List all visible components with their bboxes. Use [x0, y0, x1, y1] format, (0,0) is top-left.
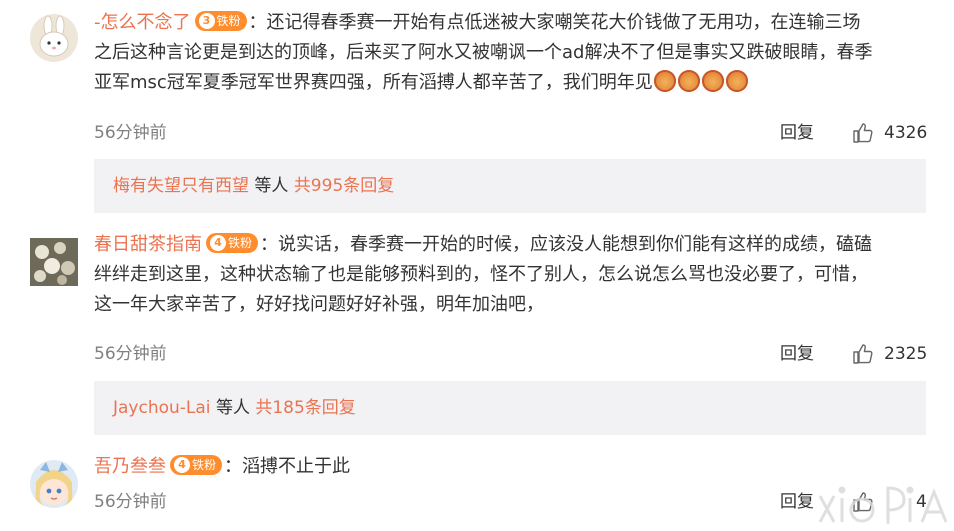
- emoji-icon: [677, 70, 700, 92]
- badge-label: 铁粉: [216, 14, 241, 28]
- sub-replies-box[interactable]: Jaychou-Lai 等人 共185条回复: [94, 381, 926, 435]
- emoji-icon: [653, 70, 676, 92]
- badge-level: 3: [198, 13, 215, 29]
- comment-text: 吾乃叁叁 4 铁粉 ：滔搏不止于此: [94, 452, 930, 482]
- comment-text: -怎么不念了 3 铁粉 ：还记得春季赛一开始有点低迷被大家嘲笑花大价钱做了无用功，在连…: [94, 8, 930, 98]
- comment-body-line: ：滔搏不止于此: [224, 456, 351, 477]
- avatar[interactable]: [30, 14, 78, 62]
- comment-body-line: 亚军msc冠军夏季冠军世界赛四强，所有滔搏人都辛苦了，我们明年见: [94, 72, 653, 93]
- comment-username[interactable]: 吾乃叁叁: [94, 456, 166, 477]
- comment-meta: 56分钟前 回复 4: [94, 488, 927, 516]
- thumbs-up-icon[interactable]: [852, 343, 874, 374]
- comment-time: 56分钟前: [94, 344, 167, 364]
- comment-username[interactable]: -怎么不念了: [94, 12, 191, 33]
- sub-reply-users[interactable]: Jaychou-Lai: [113, 398, 211, 418]
- badge-level: 4: [174, 457, 190, 473]
- comment-time: 56分钟前: [94, 492, 167, 512]
- emoji-icon: [725, 70, 748, 92]
- sub-reply-count-link[interactable]: 共995条回复: [294, 176, 394, 196]
- comment-time: 56分钟前: [94, 123, 167, 143]
- badge-level: 4: [210, 235, 226, 251]
- sub-reply-count-link[interactable]: 共185条回复: [255, 398, 355, 418]
- sub-reply-users[interactable]: 梅有失望只有西望: [113, 176, 249, 196]
- fan-badge-icon[interactable]: 4 铁粉: [170, 455, 223, 475]
- comment-body-line: 绊绊走到这里，这种状态输了也是能够预料到的，怪不了别人，怎么说怎么骂也没必要了，…: [94, 264, 868, 285]
- badge-label: 铁粉: [228, 236, 253, 250]
- comment-meta: 56分钟前 回复 4326: [94, 119, 928, 147]
- avatar[interactable]: [30, 238, 78, 286]
- comment-body-line: 这一年大家辛苦了，好好找问题好好补强，明年加油吧，: [94, 294, 544, 315]
- reply-button[interactable]: 回复: [780, 488, 814, 516]
- comment-meta: 56分钟前 回复 2325: [94, 340, 928, 368]
- emoji-icon: [701, 70, 724, 92]
- comment-body-line: 之后这种言论更是到达的顶峰，后来买了阿水又被嘲讽一个ad解决不了但是事实又跌破眼…: [94, 42, 873, 63]
- comment-body-line: ：说实话，春季赛一开始的时候，应该没人能想到你们能有这样的成绩，磕磕: [260, 234, 873, 255]
- thumbs-up-icon[interactable]: [852, 491, 874, 522]
- comment-username[interactable]: 春日甜茶指南: [94, 234, 202, 255]
- comment-body-line: ：还记得春季赛一开始有点低迷被大家嘲笑花大价钱做了无用功，在连输三场: [248, 12, 861, 33]
- fan-badge-icon[interactable]: 3 铁粉: [194, 11, 247, 31]
- sub-replies-box[interactable]: 梅有失望只有西望 等人 共995条回复: [94, 159, 926, 213]
- badge-label: 铁粉: [192, 458, 217, 472]
- thumbs-up-icon[interactable]: [852, 122, 874, 153]
- reply-button[interactable]: 回复: [780, 340, 814, 368]
- like-count: 4326: [884, 123, 928, 143]
- fan-badge-icon[interactable]: 4 铁粉: [206, 233, 259, 253]
- sub-reply-mid: 等人: [210, 398, 256, 418]
- avatar[interactable]: [30, 460, 78, 508]
- like-count: 4: [916, 492, 927, 512]
- sub-reply-mid: 等人: [249, 176, 294, 196]
- reply-button[interactable]: 回复: [780, 119, 814, 147]
- like-count: 2325: [884, 344, 928, 364]
- comment-text: 春日甜茶指南 4 铁粉 ：说实话，春季赛一开始的时候，应该没人能想到你们能有这样的成绩…: [94, 230, 930, 320]
